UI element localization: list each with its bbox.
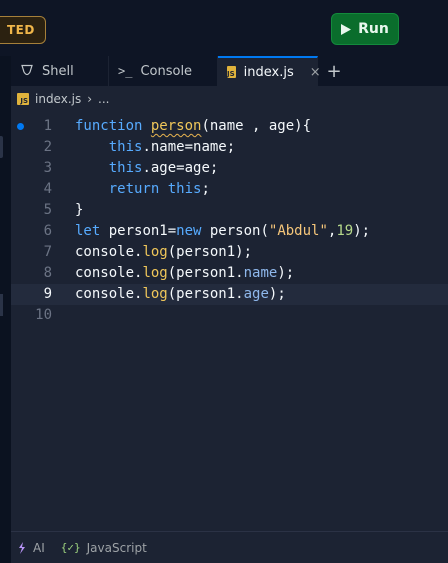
braces-icon: {✓} bbox=[60, 541, 81, 554]
add-tab-button[interactable]: + bbox=[318, 56, 350, 86]
code-token: "Abdul" bbox=[268, 223, 328, 239]
status-bar: AI {✓} JavaScript bbox=[11, 531, 448, 563]
code-token: (person1); bbox=[167, 244, 253, 260]
code-text: this.name=name; bbox=[75, 137, 235, 158]
line-number: 2 bbox=[43, 139, 52, 155]
line-number: 7 bbox=[43, 244, 52, 260]
code-token: function bbox=[75, 118, 143, 134]
code-token: .age=age; bbox=[142, 160, 219, 176]
tab-label: index.js bbox=[243, 64, 294, 80]
tab-console[interactable]: >_ Console bbox=[109, 56, 218, 86]
line-number: 10 bbox=[35, 307, 52, 323]
code-token: log bbox=[142, 265, 168, 281]
code-token: (name , age){ bbox=[201, 118, 312, 134]
shell-icon bbox=[21, 64, 33, 76]
code-token: log bbox=[142, 286, 168, 302]
code-token: new bbox=[176, 223, 202, 239]
code-text: console.log(person1); bbox=[75, 242, 252, 263]
code-token: ); bbox=[268, 286, 286, 302]
code-token: this bbox=[108, 139, 143, 155]
code-token: return bbox=[108, 181, 160, 197]
code-token: person1= bbox=[100, 223, 177, 239]
line-number: 5 bbox=[43, 202, 52, 218]
code-line[interactable]: 5} bbox=[11, 200, 448, 221]
tab-index-js[interactable]: JS index.js × bbox=[218, 56, 321, 86]
run-button[interactable]: Run bbox=[331, 13, 399, 45]
code-text: let person1=new person("Abdul",19); bbox=[75, 221, 370, 242]
code-token: this bbox=[167, 181, 202, 197]
line-number: 6 bbox=[43, 223, 52, 239]
code-token: ; bbox=[201, 181, 210, 197]
code-line[interactable]: 6 let person1=new person("Abdul",19); bbox=[11, 221, 448, 242]
code-token: ); bbox=[353, 223, 371, 239]
code-token: person( bbox=[201, 223, 269, 239]
line-number: 3 bbox=[43, 160, 52, 176]
breadcrumb-file[interactable]: index.js bbox=[35, 92, 81, 106]
rail-indicator bbox=[0, 136, 3, 158]
tab-bar: Shell >_ Console JS index.js × + bbox=[11, 56, 448, 87]
code-line[interactable]: 7 console.log(person1); bbox=[11, 242, 448, 263]
line-number: 9 bbox=[43, 286, 52, 302]
js-file-icon: JS bbox=[227, 66, 236, 78]
code-line[interactable]: 10 bbox=[11, 305, 448, 326]
code-line[interactable]: 8 console.log(person1.name); bbox=[11, 263, 448, 284]
line-number: 4 bbox=[43, 181, 52, 197]
breadcrumb-separator: › bbox=[87, 92, 93, 106]
code-token: person bbox=[150, 118, 202, 134]
line-number: 8 bbox=[43, 265, 52, 281]
code-editor[interactable]: JS index.js › ... 1 function person(name … bbox=[11, 86, 448, 563]
rail-indicator bbox=[0, 294, 3, 316]
code-text: return this; bbox=[75, 179, 210, 200]
top-bar: TED Run bbox=[0, 0, 448, 57]
code-text: console.log(person1.age); bbox=[75, 284, 286, 305]
code-token: console. bbox=[75, 265, 143, 281]
code-line-active[interactable]: 9 console.log(person1.age); bbox=[11, 284, 448, 305]
code-token: 19 bbox=[336, 223, 354, 239]
code-token: log bbox=[142, 244, 168, 260]
code-lines[interactable]: 1 function person(name , age){ 2 this.nam… bbox=[11, 116, 448, 326]
play-icon bbox=[341, 23, 352, 35]
code-token: console. bbox=[75, 244, 143, 260]
code-line[interactable]: 1 function person(name , age){ bbox=[11, 116, 448, 137]
code-text: function person(name , age){ bbox=[75, 116, 311, 137]
code-token: console. bbox=[75, 286, 143, 302]
code-text: console.log(person1.name); bbox=[75, 263, 294, 284]
code-line[interactable]: 2 this.name=name; bbox=[11, 137, 448, 158]
language-label: JavaScript bbox=[86, 540, 147, 555]
code-token: ); bbox=[277, 265, 295, 281]
code-token: } bbox=[75, 202, 84, 218]
js-file-icon: JS bbox=[17, 93, 29, 105]
tab-label: Console bbox=[140, 63, 193, 79]
code-token: this bbox=[108, 160, 143, 176]
code-text: this.age=age; bbox=[75, 158, 219, 179]
code-token: let bbox=[75, 223, 101, 239]
ai-button[interactable]: AI bbox=[17, 541, 45, 555]
code-token: (person1. bbox=[167, 286, 244, 302]
code-text: } bbox=[75, 200, 83, 221]
code-token: name bbox=[243, 265, 278, 281]
ai-icon bbox=[19, 541, 25, 554]
code-token: (person1. bbox=[167, 265, 244, 281]
run-button-label: Run bbox=[358, 21, 389, 37]
code-line[interactable]: 3 this.age=age; bbox=[11, 158, 448, 179]
code-line[interactable]: 4 return this; bbox=[11, 179, 448, 200]
language-indicator[interactable]: {✓} JavaScript bbox=[61, 541, 147, 555]
code-token: age bbox=[243, 286, 269, 302]
code-token: .name=name; bbox=[142, 139, 236, 155]
breadcrumb-more[interactable]: ... bbox=[98, 92, 109, 106]
breadcrumb: JS index.js › ... bbox=[11, 86, 448, 112]
ai-label: AI bbox=[33, 540, 45, 555]
tab-label: Shell bbox=[42, 63, 74, 79]
modified-dot-icon bbox=[17, 123, 24, 130]
console-icon: >_ bbox=[118, 64, 133, 78]
status-badge: TED bbox=[0, 16, 46, 44]
tab-shell[interactable]: Shell bbox=[11, 56, 109, 86]
line-number: 1 bbox=[43, 118, 52, 134]
